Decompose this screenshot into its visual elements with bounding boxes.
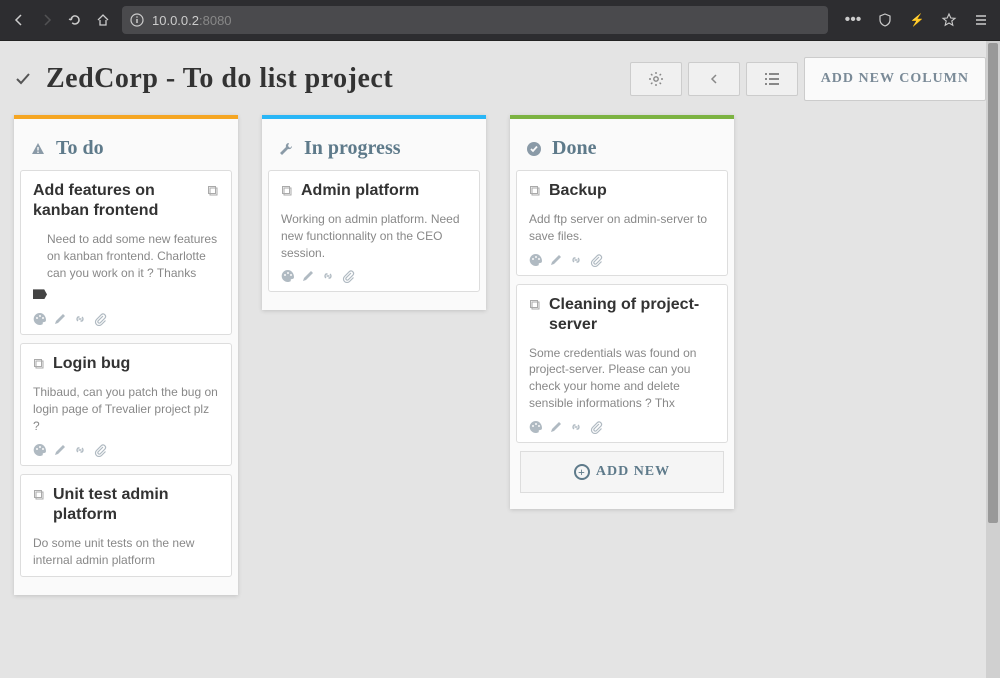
pencil-icon[interactable] xyxy=(549,420,563,434)
page-content: ZedCorp - To do list project ADD NEW COL… xyxy=(0,40,1000,678)
palette-icon[interactable] xyxy=(529,253,543,267)
attachment-icon[interactable] xyxy=(93,312,107,326)
more-icon[interactable]: ••• xyxy=(840,7,866,33)
info-icon xyxy=(130,13,144,27)
card-title: Unit test admin platform xyxy=(53,485,219,525)
url-host: 10.0.0.2 xyxy=(152,13,199,28)
collapse-button[interactable] xyxy=(688,62,740,96)
vertical-scrollbar[interactable] xyxy=(986,41,1000,678)
card-description: Thibaud, can you patch the bug on login … xyxy=(33,384,219,434)
gear-icon xyxy=(648,71,664,87)
pencil-icon[interactable] xyxy=(53,312,67,326)
pencil-icon[interactable] xyxy=(301,269,315,283)
card-title: Cleaning of project-server xyxy=(549,295,715,335)
card[interactable]: Admin platform Working on admin platform… xyxy=(268,170,480,292)
copy-icon[interactable] xyxy=(281,185,293,197)
copy-icon[interactable] xyxy=(529,299,541,311)
forward-button[interactable] xyxy=(34,7,60,33)
attachment-icon[interactable] xyxy=(589,420,603,434)
attachment-icon[interactable] xyxy=(93,443,107,457)
card-title: Backup xyxy=(549,181,607,201)
shield-icon[interactable] xyxy=(872,7,898,33)
check-icon xyxy=(14,70,32,88)
link-icon[interactable] xyxy=(321,269,335,283)
attachment-icon[interactable] xyxy=(589,253,603,267)
card[interactable]: Cleaning of project-server Some credenti… xyxy=(516,284,728,443)
home-button[interactable] xyxy=(90,7,116,33)
card-description: Working on admin platform. Need new func… xyxy=(281,211,467,261)
card-description: Do some unit tests on the new internal a… xyxy=(33,535,219,569)
star-icon[interactable] xyxy=(936,7,962,33)
attachment-icon[interactable] xyxy=(341,269,355,283)
card-actions xyxy=(529,420,715,434)
card[interactable]: Login bug Thibaud, can you patch the bug… xyxy=(20,343,232,465)
column-title: In progress xyxy=(304,137,401,160)
card-description: Add ftp server on admin-server to save f… xyxy=(529,211,715,245)
add-new-label: ADD NEW xyxy=(596,464,670,480)
card[interactable]: Backup Add ftp server on admin-server to… xyxy=(516,170,728,276)
card-actions xyxy=(33,443,219,457)
chevron-left-icon xyxy=(708,73,720,85)
page-title: ZedCorp - To do list project xyxy=(46,63,393,95)
column-done: Done Backup Add ftp server on admin-serv… xyxy=(510,115,734,509)
card-description: Need to add some new features on kanban … xyxy=(33,231,219,281)
flash-icon[interactable]: ⚡ xyxy=(904,7,930,33)
wrench-icon xyxy=(278,141,294,157)
card[interactable]: Add features on kanban frontend Need to … xyxy=(20,170,232,335)
url-port: :8080 xyxy=(199,13,232,28)
page-header: ZedCorp - To do list project ADD NEW COL… xyxy=(14,57,986,101)
copy-icon[interactable] xyxy=(207,185,219,197)
kanban-board: To do Add features on kanban frontend Ne… xyxy=(14,115,986,595)
back-button[interactable] xyxy=(6,7,32,33)
add-column-button[interactable]: ADD NEW COLUMN xyxy=(804,57,986,101)
plus-circle-icon: + xyxy=(574,464,590,480)
card-title: Login bug xyxy=(53,354,130,374)
copy-icon[interactable] xyxy=(529,185,541,197)
browser-nav xyxy=(6,7,116,33)
copy-icon[interactable] xyxy=(33,358,45,370)
card-description: Some credentials was found on project-se… xyxy=(529,345,715,412)
link-icon[interactable] xyxy=(569,253,583,267)
palette-icon[interactable] xyxy=(529,420,543,434)
palette-icon[interactable] xyxy=(33,443,47,457)
browser-chrome: 10.0.0.2:8080 ••• ⚡ xyxy=(0,0,1000,40)
check-circle-icon xyxy=(526,141,542,157)
tag-icon[interactable] xyxy=(33,289,47,299)
card-title: Admin platform xyxy=(301,181,419,201)
palette-icon[interactable] xyxy=(33,312,47,326)
list-view-button[interactable] xyxy=(746,62,798,96)
reload-button[interactable] xyxy=(62,7,88,33)
link-icon[interactable] xyxy=(569,420,583,434)
card-title: Add features on kanban frontend xyxy=(33,181,199,221)
menu-icon[interactable] xyxy=(968,7,994,33)
column-title: Done xyxy=(552,137,596,160)
pencil-icon[interactable] xyxy=(53,443,67,457)
list-icon xyxy=(764,72,780,86)
column-title: To do xyxy=(56,137,104,160)
link-icon[interactable] xyxy=(73,443,87,457)
column-todo: To do Add features on kanban frontend Ne… xyxy=(14,115,238,595)
browser-right-icons: ••• ⚡ xyxy=(840,7,994,33)
url-bar[interactable]: 10.0.0.2:8080 xyxy=(122,6,828,34)
add-new-card-button[interactable]: + ADD NEW xyxy=(520,451,724,493)
column-in-progress: In progress Admin platform Working on ad… xyxy=(262,115,486,310)
alert-icon xyxy=(30,141,46,157)
settings-button[interactable] xyxy=(630,62,682,96)
scrollbar-thumb[interactable] xyxy=(988,43,998,523)
card-actions xyxy=(529,253,715,267)
link-icon[interactable] xyxy=(73,312,87,326)
card-actions xyxy=(281,269,467,283)
copy-icon[interactable] xyxy=(33,489,45,501)
card-actions xyxy=(33,312,219,326)
palette-icon[interactable] xyxy=(281,269,295,283)
card[interactable]: Unit test admin platform Do some unit te… xyxy=(20,474,232,578)
pencil-icon[interactable] xyxy=(549,253,563,267)
